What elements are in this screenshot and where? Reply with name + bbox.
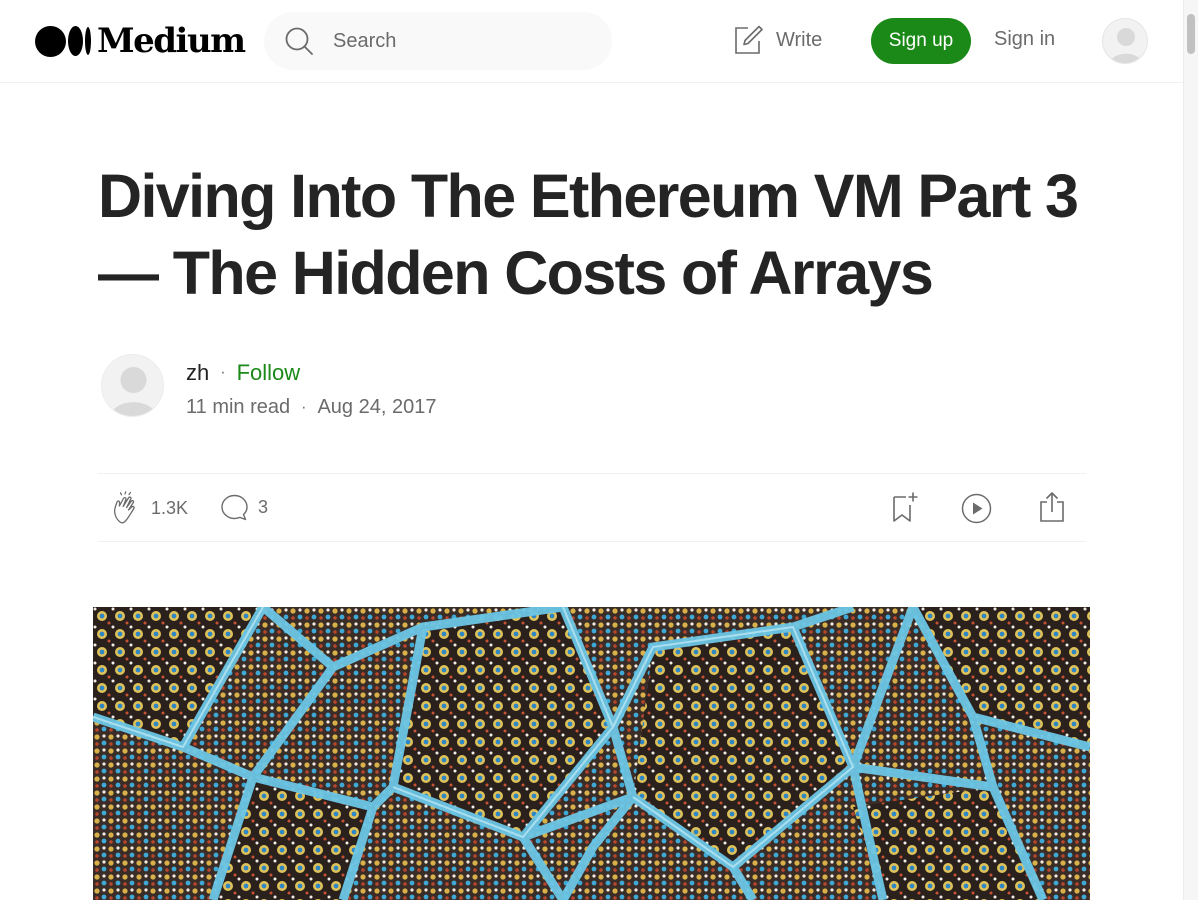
default-avatar-icon <box>1109 28 1143 63</box>
search-input[interactable] <box>333 29 583 53</box>
medium-logo-mark <box>35 25 91 57</box>
user-avatar[interactable] <box>1102 18 1148 64</box>
search-bar[interactable] <box>264 12 612 70</box>
sign-in-link[interactable]: Sign in <box>994 28 1055 51</box>
play-icon <box>961 493 992 524</box>
scrollbar-thumb[interactable] <box>1187 14 1195 54</box>
bookmark-button[interactable] <box>891 491 919 523</box>
read-time: 11 min read <box>186 396 291 418</box>
top-nav: Medium Write Sign up Sign in <box>0 0 1183 83</box>
comment-icon <box>221 494 248 521</box>
bookmark-add-icon <box>893 492 918 522</box>
response-count: 3 <box>258 497 269 517</box>
author-line: zh · Follow <box>186 360 300 386</box>
article-actions-bar: 1.3K 3 <box>98 473 1086 542</box>
follow-button[interactable]: Follow <box>237 360 301 386</box>
clap-button[interactable]: 1.3K <box>111 491 188 525</box>
article-title: Diving Into The Ethereum VM Part 3 — The… <box>98 162 1079 307</box>
page-scrollbar[interactable] <box>1183 0 1198 900</box>
clap-icon <box>114 491 135 524</box>
author-avatar[interactable] <box>101 354 164 417</box>
write-link[interactable]: Write <box>732 24 822 56</box>
mosaic-tile-image <box>93 607 1090 900</box>
publish-date: Aug 24, 2017 <box>317 396 437 418</box>
article-hero-image <box>93 607 1090 900</box>
share-icon <box>1040 492 1064 522</box>
clap-count: 1.3K <box>151 497 189 518</box>
share-button[interactable] <box>1038 491 1066 523</box>
search-icon <box>285 27 313 55</box>
default-avatar-icon <box>110 367 157 416</box>
separator-dot: · <box>301 398 307 416</box>
write-icon <box>735 25 763 54</box>
listen-button[interactable] <box>961 493 992 524</box>
medium-logo[interactable]: Medium <box>35 21 246 61</box>
separator-dot: · <box>220 364 226 381</box>
sign-up-button[interactable]: Sign up <box>871 18 971 64</box>
write-label: Write <box>776 28 823 51</box>
medium-wordmark: Medium <box>97 21 246 61</box>
responses-button[interactable]: 3 <box>221 494 268 521</box>
article-meta: 11 min read · Aug 24, 2017 <box>186 396 436 419</box>
author-name[interactable]: zh <box>186 360 209 386</box>
